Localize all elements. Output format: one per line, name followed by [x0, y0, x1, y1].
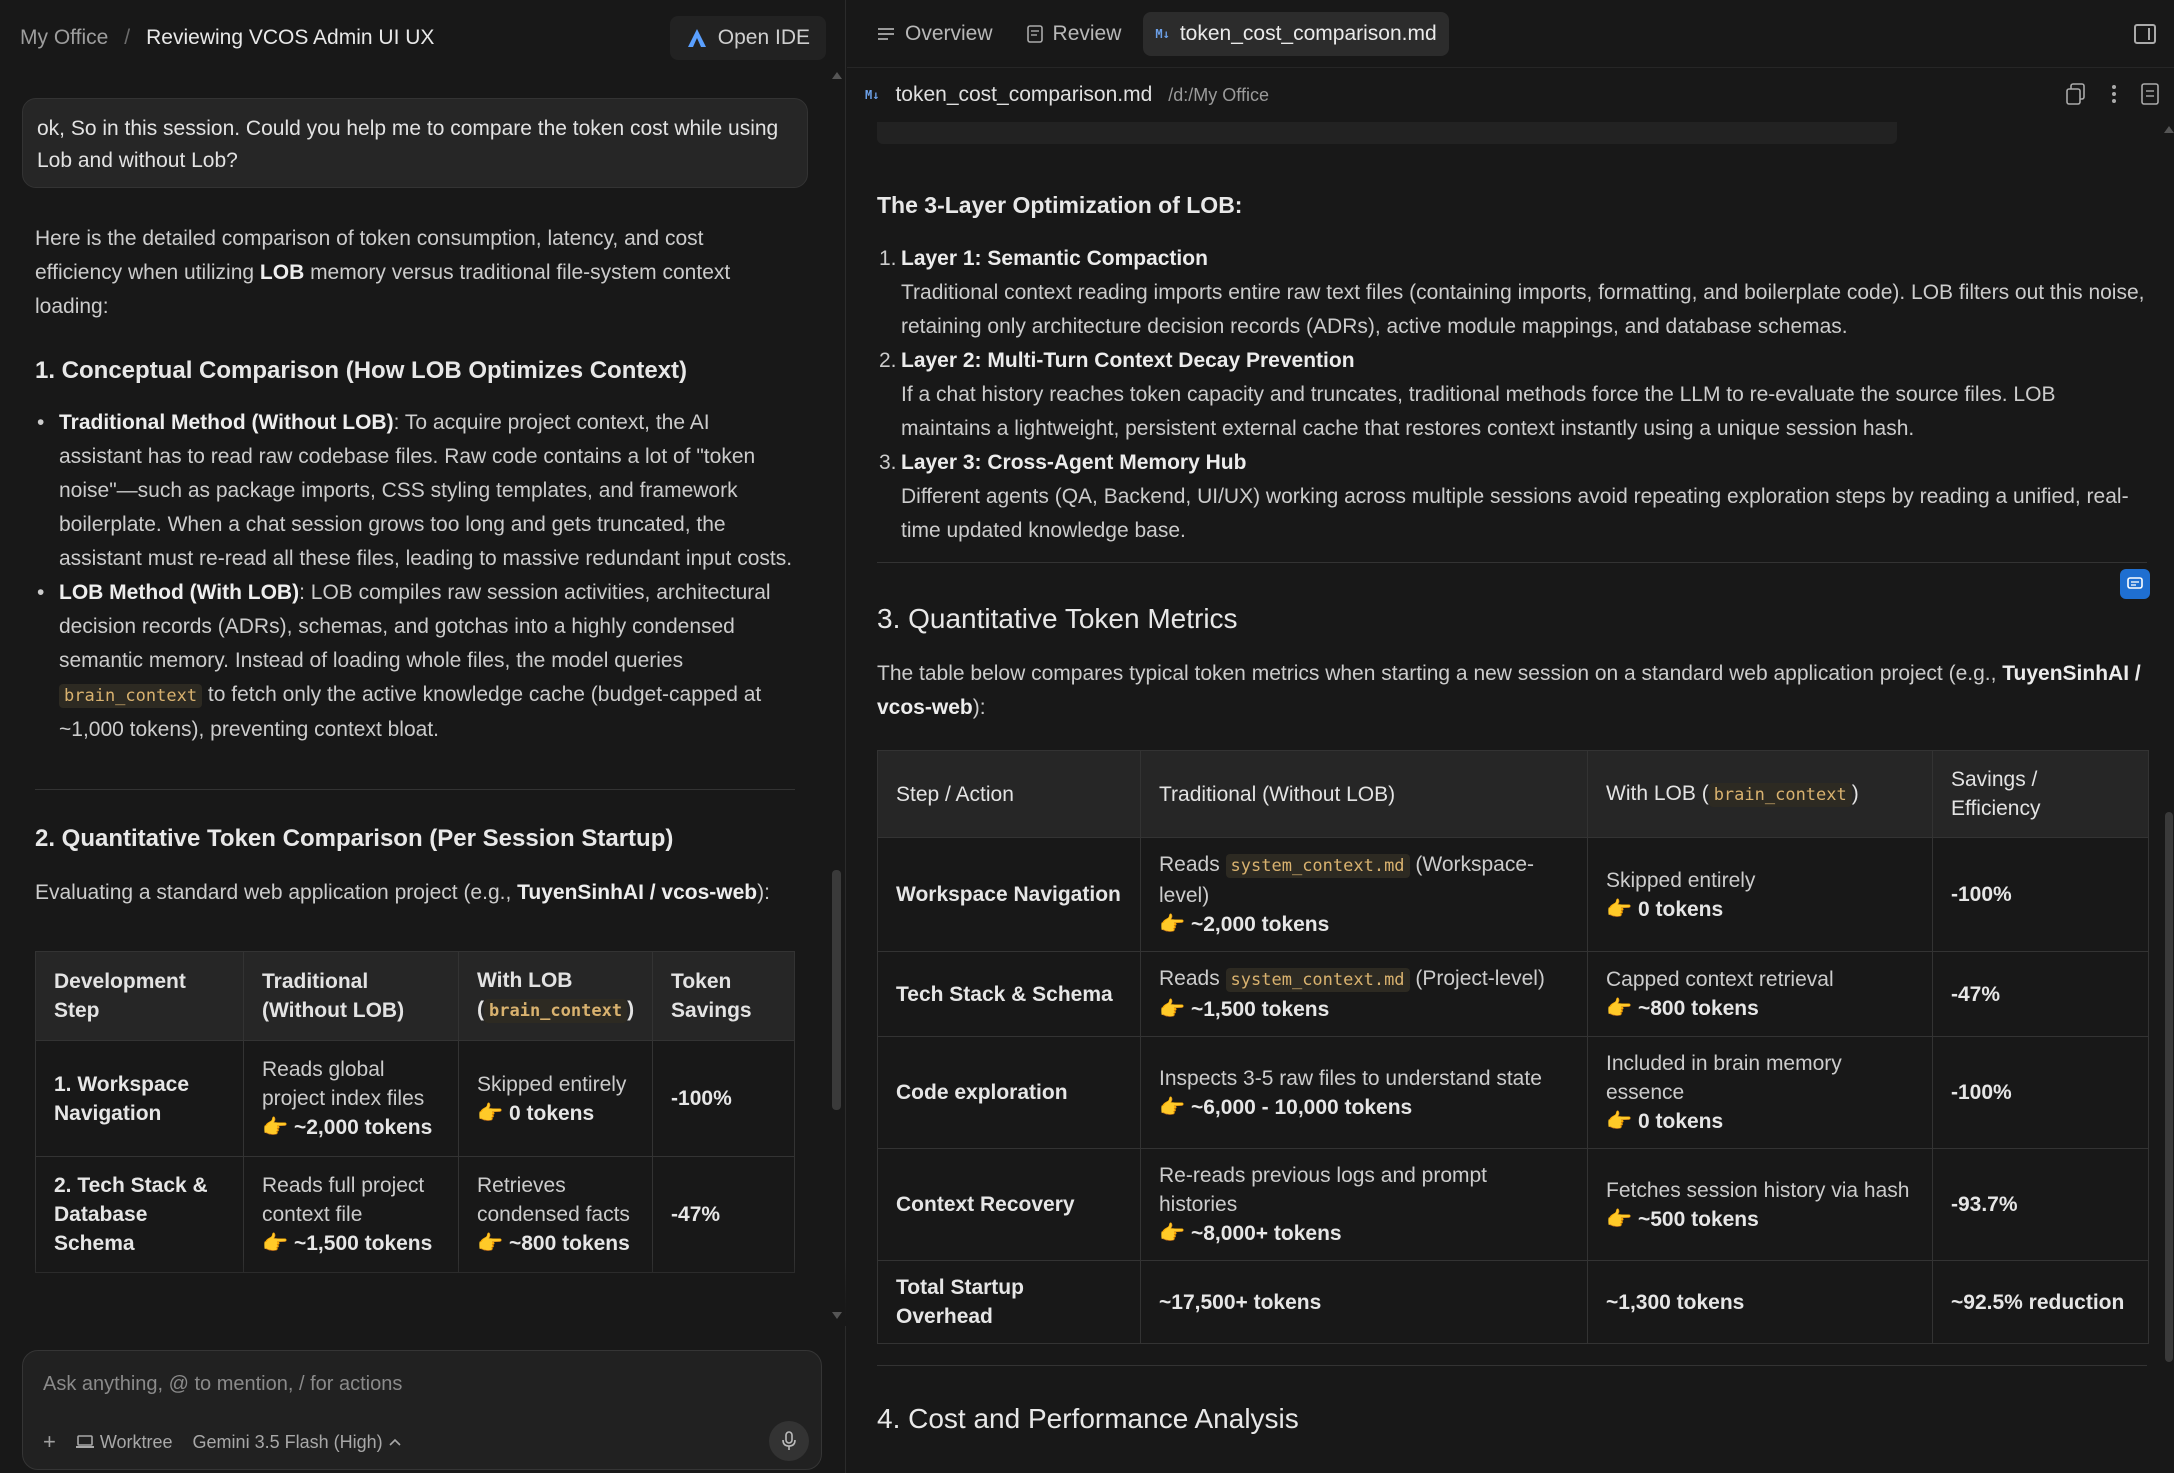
- worktree-button[interactable]: Worktree: [75, 1432, 173, 1453]
- chat-header: My Office / Reviewing VCOS Admin UI UX O…: [0, 0, 846, 76]
- model-selector[interactable]: Gemini 3.5 Flash (High): [193, 1432, 401, 1453]
- column-header: Traditional (Without LOB): [1140, 750, 1588, 838]
- table-row: Workspace Navigation Reads system_contex…: [877, 837, 2149, 952]
- layers-list: 1. Layer 1: Semantic Compaction Traditiona…: [877, 242, 2147, 548]
- plus-icon[interactable]: +: [43, 1429, 56, 1455]
- list-item: 3. Layer 3: Cross-Agent Memory Hub Differe…: [879, 451, 2129, 542]
- scroll-fade: [0, 1256, 846, 1326]
- list-item: 1. Layer 1: Semantic Compaction Traditiona…: [879, 247, 2145, 338]
- section2-heading: 2. Quantitative Token Comparison (Per Se…: [35, 825, 674, 852]
- chat-scroll-area[interactable]: ok, So in this session. Could you help m…: [0, 76, 846, 1326]
- tab-token-cost-comparison[interactable]: M↓ token_cost_comparison.md: [1143, 11, 1449, 56]
- laptop-icon: [75, 1435, 94, 1448]
- table-header-row: Step / Action Traditional (Without LOB) …: [877, 750, 2149, 838]
- list-item: 2. Layer 2: Multi-Turn Context Decay Prev…: [879, 349, 2056, 440]
- tab-overview[interactable]: Overview: [865, 12, 1005, 56]
- code-block-edge: [877, 122, 1897, 144]
- section4-heading: 4. Cost and Performance Analysis: [877, 1403, 1299, 1434]
- table-row: 1. Workspace Navigation Reads global pro…: [35, 1040, 795, 1157]
- markdown-document[interactable]: The 3-Layer Optimization of LOB: 1. Layer…: [847, 122, 2174, 1473]
- column-header: Step / Action: [877, 750, 1141, 838]
- ide-logo-icon: [687, 29, 706, 47]
- table-row: Code exploration Inspects 3-5 raw files …: [877, 1036, 2149, 1149]
- markdown-icon: M↓: [865, 88, 880, 102]
- table-row: Context Recovery Re-reads previous logs …: [877, 1148, 2149, 1261]
- copy-icon[interactable]: [2065, 82, 2087, 106]
- export-document-icon[interactable]: [2139, 82, 2161, 106]
- section3-intro: The table below compares typical token m…: [877, 662, 2141, 719]
- inline-code: brain_context: [59, 684, 203, 708]
- chat-scrollbar[interactable]: [832, 870, 841, 1110]
- comment-icon: [2127, 577, 2143, 589]
- concept-bullets: Traditional Method (Without LOB): To acq…: [35, 406, 795, 747]
- open-ide-button[interactable]: Open IDE: [669, 16, 826, 60]
- scroll-down-arrow[interactable]: [832, 1312, 842, 1319]
- document-review-icon: [1026, 24, 1043, 43]
- markdown-icon: M↓: [1155, 26, 1170, 41]
- table-header-row: Development Step Traditional (Without LO…: [35, 951, 795, 1041]
- divider: [35, 789, 795, 790]
- divider: [877, 562, 2147, 563]
- tab-bar: Overview Review M↓ token_cost_comparison…: [847, 0, 2174, 68]
- token-metrics-table: Step / Action Traditional (Without LOB) …: [877, 750, 2149, 1344]
- input-toolbar: + Worktree Gemini 3.5 Flash (High): [43, 1429, 401, 1455]
- file-path: /d:/My Office: [1168, 84, 1269, 105]
- panel-toggle-icon[interactable]: [2134, 24, 2156, 44]
- column-header: Savings / Efficiency: [1932, 750, 2149, 838]
- column-header: With LOB (brain_context): [1587, 750, 1933, 838]
- editor-panel: Overview Review M↓ token_cost_comparison…: [847, 0, 2174, 1473]
- list-item: LOB Method (With LOB): LOB compiles raw …: [35, 576, 795, 747]
- column-header: Development Step: [35, 951, 244, 1041]
- table-row: Tech Stack & Schema Reads system_context…: [877, 951, 2149, 1037]
- microphone-icon: [782, 1431, 796, 1450]
- section2-intro: Evaluating a standard web application pr…: [35, 881, 770, 904]
- layers-heading: The 3-Layer Optimization of LOB:: [877, 192, 1243, 218]
- column-header: Token Savings: [652, 951, 795, 1041]
- list-icon: [878, 27, 894, 40]
- open-ide-label: Open IDE: [717, 26, 810, 49]
- token-comparison-table: Development Step Traditional (Without LO…: [35, 951, 795, 1273]
- document-scrollbar[interactable]: [2165, 812, 2173, 1362]
- user-message: ok, So in this session. Could you help m…: [22, 98, 808, 188]
- column-header: Traditional (Without LOB): [243, 951, 459, 1041]
- chat-input[interactable]: Ask anything, @ to mention, / for action…: [22, 1350, 822, 1470]
- chat-input-placeholder[interactable]: Ask anything, @ to mention, / for action…: [43, 1373, 402, 1396]
- conversation-title[interactable]: Reviewing VCOS Admin UI UX: [146, 26, 434, 50]
- chevron-up-icon: [389, 1438, 401, 1446]
- section1-heading: 1. Conceptual Comparison (How LOB Optimi…: [35, 357, 688, 384]
- assistant-intro: Here is the detailed comparison of token…: [35, 227, 731, 318]
- add-comment-button[interactable]: [2120, 569, 2150, 599]
- section3-heading: 3. Quantitative Token Metrics: [877, 603, 1238, 634]
- tab-review[interactable]: Review: [1015, 12, 1134, 56]
- divider: [877, 1365, 2147, 1366]
- table-total-row: Total Startup Overhead ~17,500+ tokens ~…: [877, 1260, 2149, 1344]
- more-options-icon[interactable]: [2103, 82, 2125, 106]
- chat-panel: My Office / Reviewing VCOS Admin UI UX O…: [0, 0, 846, 1473]
- scroll-up-arrow[interactable]: [2164, 126, 2174, 133]
- microphone-button[interactable]: [769, 1421, 809, 1461]
- file-name: token_cost_comparison.md: [895, 83, 1153, 106]
- list-item: Traditional Method (Without LOB): To acq…: [35, 406, 795, 576]
- file-header: M↓ token_cost_comparison.md /d:/My Offic…: [847, 68, 2174, 122]
- scroll-up-arrow[interactable]: [832, 72, 842, 79]
- breadcrumb-root[interactable]: My Office: [20, 26, 108, 50]
- column-header: With LOB (brain_context): [458, 951, 654, 1041]
- breadcrumb-separator: /: [124, 26, 131, 49]
